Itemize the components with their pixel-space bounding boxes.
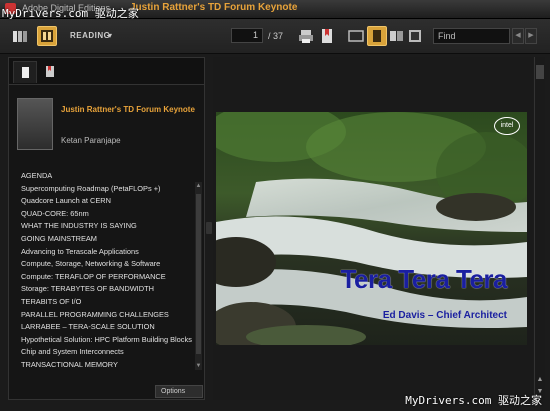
slide-page: intel Tera Tera Tera Ed Davis – Chief Ar… <box>216 112 527 345</box>
toc-item[interactable]: Quadcore Launch at CERN <box>21 195 193 208</box>
toc-item[interactable]: Advancing to Terascale Applications <box>21 246 193 259</box>
find-prev-icon[interactable]: ◀ <box>512 28 524 44</box>
intel-logo: intel <box>494 117 520 135</box>
toolbar: READING ▾ 1 / 37 Find ◀ ▶ <box>0 19 550 54</box>
toc-scrollbar[interactable]: ▲ ▼ <box>195 182 202 370</box>
options-button[interactable]: Options <box>155 385 203 398</box>
find-input[interactable]: Find <box>433 28 510 44</box>
toc-item[interactable]: Hypothetical Solution: HPC Platform Buil… <box>21 334 193 347</box>
splitter-grip-icon[interactable] <box>206 222 212 234</box>
toc-item[interactable]: PARALLEL PROGRAMMING CHALLENGES <box>21 309 193 322</box>
toc-item[interactable]: LARRABEE – TERA-SCALE SOLUTION <box>21 321 193 334</box>
document-title: Justin Rattner's TD Forum Keynote <box>61 105 195 114</box>
toc-item[interactable]: GOING MAINSTREAM <box>21 233 193 246</box>
table-of-contents: AGENDA Supercomputing Roadmap (PetaFLOPs … <box>21 170 193 372</box>
viewer-scrollbar[interactable]: ▲ ▼ <box>534 57 545 400</box>
library-icon[interactable] <box>10 26 30 46</box>
window-doc-title: Justin Rattner's TD Forum Keynote <box>130 2 298 13</box>
toc-item[interactable]: Supercomputing Roadmap (PetaFLOPs +) <box>21 183 193 196</box>
viewer-scroll-thumb[interactable] <box>536 65 544 79</box>
chevron-down-icon[interactable]: ▾ <box>108 31 112 40</box>
scroll-up-icon[interactable]: ▲ <box>535 375 545 385</box>
toc-item[interactable]: TERABITS OF I/O <box>21 296 193 309</box>
two-page-icon[interactable] <box>386 26 406 46</box>
toc-item[interactable]: Chip and System Interconnects <box>21 346 193 359</box>
toc-item[interactable]: Compute: TERAFLOP OF PERFORMANCE <box>21 271 193 284</box>
page-number-input[interactable]: 1 <box>231 28 263 43</box>
toc-item[interactable]: Compute, Storage, Networking & Software <box>21 258 193 271</box>
sidebar-tabs <box>9 58 204 85</box>
panel-splitter[interactable] <box>205 57 213 400</box>
reading-view-icon[interactable] <box>37 26 57 46</box>
tab-contents[interactable] <box>13 61 37 83</box>
bookmark-icon[interactable] <box>317 26 337 46</box>
watermark-top: MyDrivers.com 驱动之家 <box>2 7 139 20</box>
fullscreen-icon[interactable] <box>405 26 425 46</box>
toc-scroll-thumb[interactable] <box>196 194 201 354</box>
page-total: / 37 <box>268 31 284 41</box>
find-next-icon[interactable]: ▶ <box>525 28 537 44</box>
watermark-bottom: MyDrivers.com 驱动之家 <box>405 394 542 407</box>
toc-item[interactable]: AGENDA <box>21 170 193 183</box>
fit-width-icon[interactable] <box>346 26 366 46</box>
toc-item[interactable]: WHAT THE INDUSTRY IS SAYING <box>21 220 193 233</box>
document-thumbnail <box>17 98 53 150</box>
toc-item[interactable]: QUAD-CORE: 65nm <box>21 208 193 221</box>
document-author: Ketan Paranjape <box>61 136 121 145</box>
scroll-down-icon[interactable]: ▼ <box>195 362 202 370</box>
sidebar: Justin Rattner's TD Forum Keynote Ketan … <box>8 57 205 400</box>
single-page-icon[interactable] <box>367 26 387 46</box>
slide-subtitle: Ed Davis – Chief Architect <box>382 310 507 321</box>
slide-title: Tera Tera Tera <box>340 264 508 294</box>
tab-bookmarks[interactable] <box>39 61 63 83</box>
print-icon[interactable] <box>296 26 316 46</box>
document-info: Justin Rattner's TD Forum Keynote Ketan … <box>17 98 197 158</box>
toc-item[interactable]: TRANSACTIONAL MEMORY <box>21 359 193 372</box>
page-viewer: intel Tera Tera Tera Ed Davis – Chief Ar… <box>213 57 533 400</box>
scroll-up-icon[interactable]: ▲ <box>195 182 202 190</box>
toc-item[interactable]: Storage: TERABYTES OF BANDWIDTH <box>21 283 193 296</box>
view-mode-menu[interactable]: READING <box>70 31 110 40</box>
